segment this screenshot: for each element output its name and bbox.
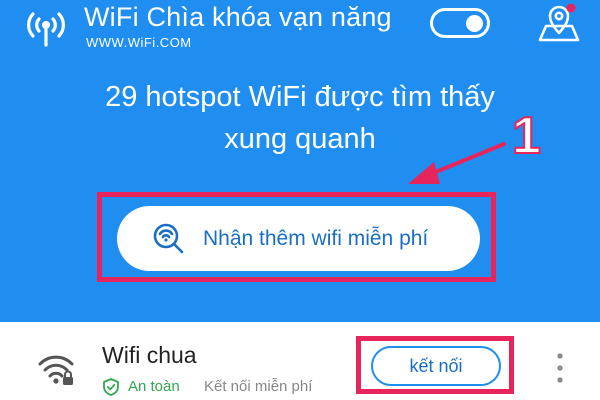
network-list: Wifi chua An toàn Kết nối miễn phí kết n…: [0, 322, 600, 400]
app-title: WiFi Chìa khóa vạn năng: [84, 2, 392, 32]
map-pin-icon[interactable]: [536, 0, 582, 46]
more-vertical-icon[interactable]: [556, 352, 564, 384]
security-status: An toàn: [128, 378, 180, 395]
wifi-lock-icon: [38, 355, 74, 385]
app-url: WWW.WiFi.COM: [86, 35, 192, 50]
hero-line-1: 29 hotspot WiFi được tìm thấy: [105, 81, 495, 113]
network-name: Wifi chua: [102, 342, 197, 368]
search-wifi-icon: [153, 223, 184, 254]
toggle-switch[interactable]: [430, 8, 490, 38]
shield-check-icon: [103, 378, 119, 396]
app-header: WiFi Chìa khóa vạn năng WWW.WiFi.COM: [0, 0, 600, 58]
toggle-knob: [466, 15, 483, 32]
annotation-arrow-icon: [408, 142, 506, 184]
get-more-wifi-label: Nhận thêm wifi miễn phí: [203, 227, 429, 250]
app-screen: WiFi Chìa khóa vạn năng WWW.WiFi.COM 29 …: [0, 0, 600, 400]
get-more-wifi-button[interactable]: Nhận thêm wifi miễn phí: [117, 206, 480, 271]
connect-button[interactable]: kết nối: [371, 346, 501, 386]
wifi-tower-icon: [27, 12, 65, 47]
connection-note: Kết nối miễn phí: [204, 378, 313, 395]
